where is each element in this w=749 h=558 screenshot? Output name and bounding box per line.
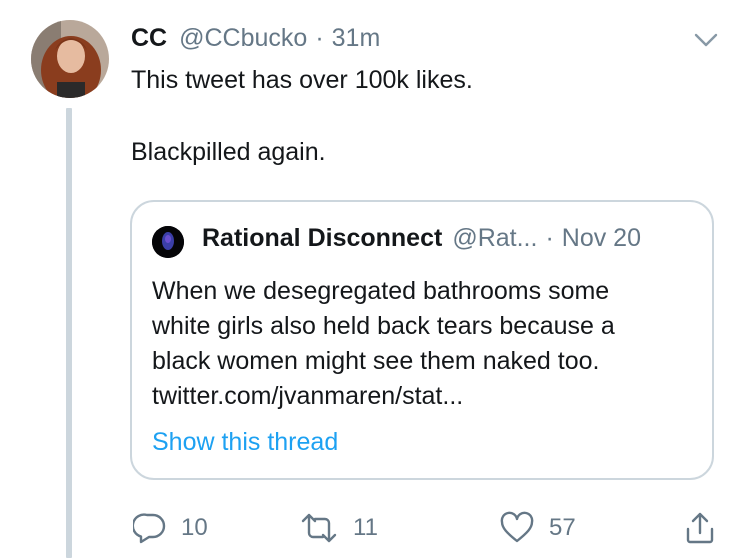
quoted-text-line: twitter.com/jvanmaren/stat... bbox=[152, 382, 464, 410]
separator-dot: · bbox=[545, 224, 554, 252]
like-count: 57 bbox=[549, 514, 576, 541]
tweet-text-line: This tweet has over 100k likes. bbox=[131, 66, 473, 94]
quoted-text-line: When we desegregated bathrooms some bbox=[152, 277, 610, 305]
quoted-author-name: Rational Disconnect bbox=[202, 224, 443, 252]
tweet-time[interactable]: 31m bbox=[332, 24, 381, 53]
quoted-avatar bbox=[152, 226, 184, 258]
quoted-author-handle: @Rat... bbox=[452, 224, 538, 252]
like-button[interactable]: 57 bbox=[499, 508, 576, 548]
retweet-icon bbox=[301, 513, 337, 543]
retweet-button[interactable]: 11 bbox=[299, 508, 378, 548]
quoted-tweet[interactable]: Rational Disconnect @Rat... · Nov 20 Whe… bbox=[130, 200, 714, 480]
quoted-text: When we desegregated bathrooms some whit… bbox=[152, 274, 702, 414]
quoted-text-line: white girls also held back tears because… bbox=[152, 312, 615, 340]
reply-icon bbox=[133, 513, 166, 544]
share-button[interactable] bbox=[683, 508, 717, 548]
quoted-header: Rational Disconnect @Rat... · Nov 20 bbox=[202, 224, 641, 258]
quoted-text-line: black women might see them naked too. bbox=[152, 347, 600, 375]
tweet-text: This tweet has over 100k likes. Blackpil… bbox=[131, 62, 711, 170]
thread-line bbox=[66, 108, 72, 558]
tweet-header: CC @CCbucko · 31m bbox=[131, 24, 380, 58]
action-bar: 10 11 57 bbox=[131, 508, 721, 548]
retweet-count: 11 bbox=[353, 514, 378, 541]
like-icon bbox=[500, 511, 534, 543]
reply-count: 10 bbox=[181, 514, 208, 541]
author-handle[interactable]: @CCbucko bbox=[179, 24, 307, 53]
reply-button[interactable]: 10 bbox=[133, 508, 208, 548]
quoted-date: Nov 20 bbox=[561, 224, 641, 252]
tweet-text-line: Blackpilled again. bbox=[131, 138, 326, 166]
chevron-down-icon[interactable] bbox=[693, 30, 719, 50]
share-icon bbox=[686, 512, 714, 544]
separator-dot: · bbox=[315, 24, 324, 52]
avatar[interactable] bbox=[31, 20, 109, 98]
show-thread-link[interactable]: Show this thread bbox=[152, 428, 338, 457]
author-name[interactable]: CC bbox=[131, 24, 167, 53]
